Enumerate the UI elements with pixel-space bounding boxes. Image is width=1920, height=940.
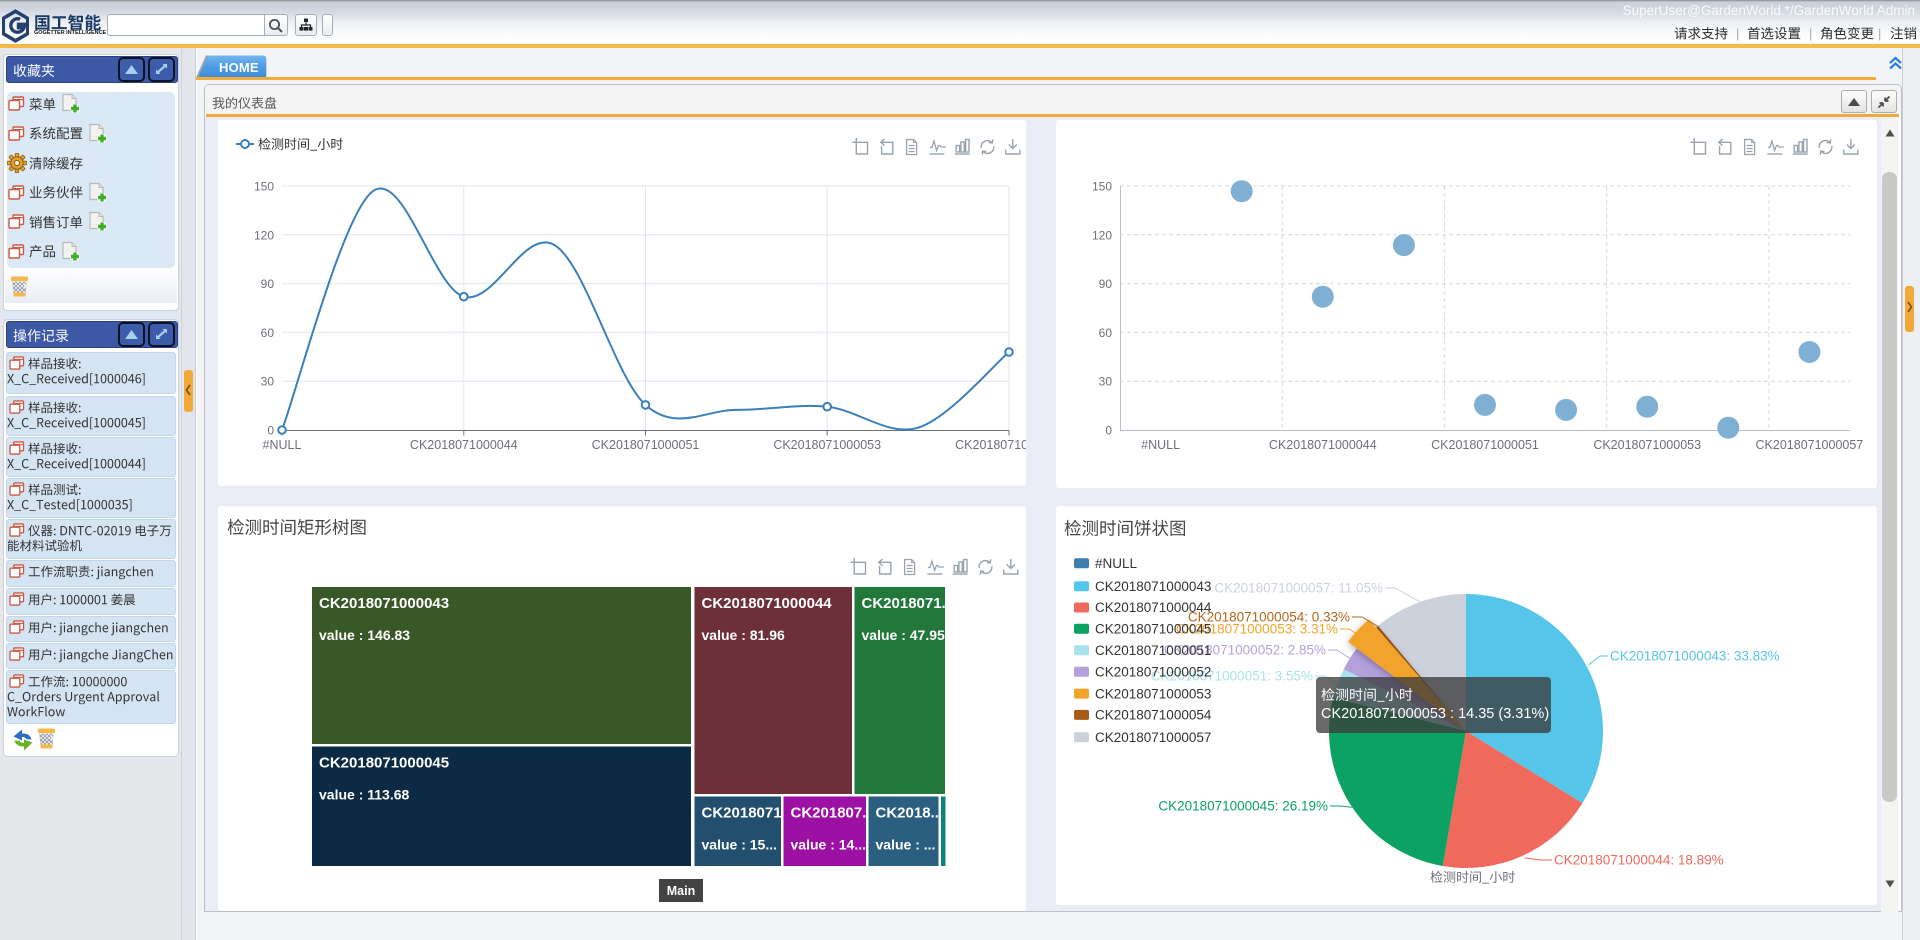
svg-text:CK2018071000057: 11.05%: CK2018071000057: 11.05% — [1214, 581, 1383, 596]
svg-text:CK2018071000045: CK2018071000045 — [319, 755, 449, 772]
svg-text:value : 81.96: value : 81.96 — [702, 627, 785, 643]
svg-text:CK2018071000057: CK2018071000057 — [1095, 730, 1211, 745]
svg-text:60: 60 — [261, 326, 275, 340]
svg-text:value : ...: value : ... — [876, 837, 936, 853]
svg-text:Main: Main — [667, 884, 695, 898]
svg-text:30: 30 — [261, 375, 275, 389]
svg-text:CK2018071000057: CK2018071000057 — [955, 438, 1026, 452]
svg-text:120: 120 — [1092, 228, 1112, 242]
svg-text:120: 120 — [254, 228, 274, 242]
svg-text:CK2018071000044: CK2018071000044 — [1269, 438, 1377, 452]
svg-text:value : 47.95: value : 47.95 — [862, 627, 945, 643]
svg-text:CK2018071000053: CK2018071000053 — [1095, 686, 1211, 701]
svg-text:#NULL: #NULL — [263, 438, 302, 452]
svg-text:CK2018071000044: CK2018071000044 — [410, 438, 518, 452]
svg-text:CK2018071000045: CK2018071000045 — [1095, 621, 1211, 636]
svg-text:CK2018071000051: CK2018071000051 — [1095, 643, 1211, 658]
svg-text:CK2018071000054: 0.33%: CK2018071000054: 0.33% — [1188, 610, 1350, 625]
svg-text:CK2018071000051: CK2018071000051 — [1431, 438, 1539, 452]
svg-text:CK2018071000043: 33.83%: CK2018071000043: 33.83% — [1610, 649, 1780, 664]
svg-text:CK2018071000043: CK2018071000043 — [1095, 579, 1211, 594]
svg-text:CK2018...: CK2018... — [876, 805, 944, 822]
svg-text:90: 90 — [261, 277, 275, 291]
svg-text:CK2018071...: CK2018071... — [862, 595, 955, 612]
svg-text:value : 146.83: value : 146.83 — [319, 627, 410, 643]
svg-text:30: 30 — [1099, 375, 1113, 389]
svg-text:value : 113.68: value : 113.68 — [319, 787, 410, 803]
svg-text:90: 90 — [1099, 277, 1113, 291]
svg-text:CK2018071000051: CK2018071000051 — [592, 438, 700, 452]
svg-text:CK2018071000054: CK2018071000054 — [1095, 708, 1212, 723]
svg-text:CK2018071000052: CK2018071000052 — [1095, 664, 1211, 679]
svg-text:value : 14...: value : 14... — [791, 837, 866, 853]
svg-text:60: 60 — [1099, 326, 1113, 340]
svg-text:CK201807..: CK201807.. — [791, 805, 871, 822]
svg-text:150: 150 — [254, 180, 274, 194]
svg-text:CK2018071.: CK2018071. — [702, 805, 786, 822]
svg-text:CK2018071000057: CK2018071000057 — [1756, 438, 1864, 452]
svg-text:150: 150 — [1092, 180, 1112, 194]
svg-text:CK2018071000044: 18.89%: CK2018071000044: 18.89% — [1554, 853, 1724, 868]
svg-text:CK2018071000044: CK2018071000044 — [702, 595, 833, 612]
svg-text:#NULL: #NULL — [1095, 556, 1138, 571]
svg-text:value : 15...: value : 15... — [702, 837, 777, 853]
svg-text:CK2018071000053: CK2018071000053 — [1593, 438, 1701, 452]
svg-text:CK2018071000045: 26.19%: CK2018071000045: 26.19% — [1158, 799, 1328, 814]
svg-text:0: 0 — [1105, 424, 1112, 438]
svg-text:0: 0 — [267, 424, 274, 438]
svg-text:CK2018071000044: CK2018071000044 — [1095, 600, 1212, 615]
svg-text:#NULL: #NULL — [1141, 438, 1180, 452]
svg-text:CK2018071000053: CK2018071000053 — [773, 438, 881, 452]
svg-text:CK2018071000043: CK2018071000043 — [319, 595, 449, 612]
